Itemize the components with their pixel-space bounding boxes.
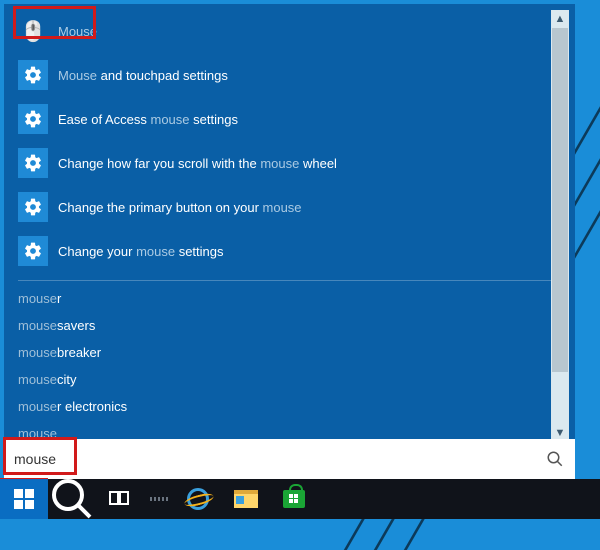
gear-icon xyxy=(18,104,48,134)
search-result-label: Change your mouse settings xyxy=(58,244,224,259)
file-explorer-icon xyxy=(234,490,258,508)
search-results-area: 🖱️ Mouse Mouse and touchpad settings Eas… xyxy=(4,4,575,439)
search-result-label: Change how far you scroll with the mouse… xyxy=(58,156,337,171)
search-result[interactable]: Change the primary button on your mouse xyxy=(18,188,563,232)
windows-logo-icon xyxy=(14,489,34,509)
web-suggestions: mouser mousesavers mousebreaker mousecit… xyxy=(18,291,563,439)
gear-icon xyxy=(18,148,48,178)
search-box[interactable] xyxy=(4,439,575,479)
search-result-label: Change the primary button on your mouse xyxy=(58,200,302,215)
gear-icon xyxy=(18,192,48,222)
taskbar xyxy=(0,479,600,519)
start-search-panel: 🖱️ Mouse Mouse and touchpad settings Eas… xyxy=(4,4,575,479)
search-result-label: Mouse xyxy=(58,24,97,39)
scroll-thumb[interactable] xyxy=(552,28,568,372)
web-suggestion[interactable]: mousesavers xyxy=(18,318,563,333)
mouse-icon: 🖱️ xyxy=(18,16,48,46)
web-suggestion[interactable]: mouser xyxy=(18,291,563,306)
taskbar-app-store[interactable] xyxy=(270,479,318,519)
taskbar-separator xyxy=(144,497,174,501)
scroll-up-icon[interactable]: ▲ xyxy=(551,10,569,28)
task-view-button[interactable] xyxy=(96,479,144,519)
search-result[interactable]: Ease of Access mouse settings xyxy=(18,100,563,144)
taskbar-app-ie[interactable] xyxy=(174,479,222,519)
search-result-label: Mouse and touchpad settings xyxy=(58,68,228,83)
search-icon[interactable] xyxy=(535,439,575,479)
gear-icon xyxy=(18,60,48,90)
taskbar-search-button[interactable] xyxy=(48,479,96,519)
search-result[interactable]: Change how far you scroll with the mouse… xyxy=(18,144,563,188)
search-result-label: Ease of Access mouse settings xyxy=(58,112,238,127)
internet-explorer-icon xyxy=(187,488,209,510)
task-view-icon xyxy=(109,491,131,507)
start-button[interactable] xyxy=(0,479,48,519)
store-icon xyxy=(283,490,305,508)
search-icon xyxy=(48,475,96,523)
gear-icon xyxy=(18,236,48,266)
web-suggestion[interactable]: mouse xyxy=(18,426,563,439)
search-result[interactable]: Mouse and touchpad settings xyxy=(18,56,563,100)
web-suggestion[interactable]: mouser electronics xyxy=(18,399,563,414)
web-suggestion[interactable]: mousecity xyxy=(18,372,563,387)
search-result[interactable]: Change your mouse settings xyxy=(18,232,563,276)
taskbar-app-file-explorer[interactable] xyxy=(222,479,270,519)
web-suggestion[interactable]: mousebreaker xyxy=(18,345,563,360)
search-input[interactable] xyxy=(4,451,535,467)
search-result[interactable]: 🖱️ Mouse xyxy=(18,12,563,56)
results-divider xyxy=(18,280,563,281)
scrollbar[interactable]: ▲ ▼ xyxy=(551,10,569,442)
